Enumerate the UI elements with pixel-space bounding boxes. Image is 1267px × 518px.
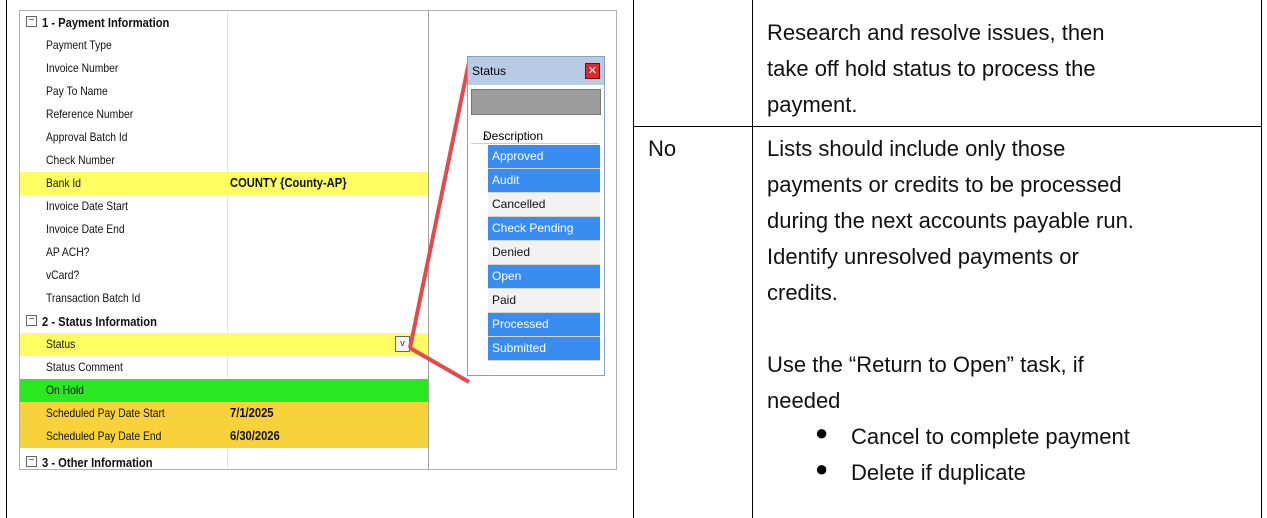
status-popup: Status ✕ Description ▵ Approved Audit Ca… [467,56,605,376]
list-item[interactable]: Open [488,265,600,289]
popup-titlebar: Status ✕ [468,57,604,85]
list-item[interactable]: Check Pending [488,217,600,241]
row2-action-line: Identify unresolved payments or [767,244,1079,269]
sort-ascending-icon: ▵ [483,129,490,143]
list-item[interactable]: Paid [488,289,600,313]
document-table: − 1 - Payment Information Payment Type I… [0,0,1267,518]
popup-title: Status [472,64,507,78]
row2-note-line: Use the “Return to Open” task, if [767,352,1084,377]
row1-action-line: Research and resolve issues, then [767,20,1105,45]
row2-action-line: Lists should include only those [767,136,1066,161]
row2-action-line: during the next accounts payable run. [767,208,1134,233]
row1-action-line: payment. [767,92,858,117]
list-item[interactable]: Processed [488,313,600,337]
popup-filter-box[interactable] [471,89,601,115]
row2-answer: No [648,136,677,161]
row2-action-line: credits. [767,280,838,305]
column-header-description[interactable]: Description ▵ [471,123,599,144]
row2-bullet: Delete if duplicate [851,460,1026,485]
list-item[interactable]: Approved [488,145,600,169]
row2-note-line: needed [767,388,841,413]
row2-action-line: payments or credits to be processed [767,172,1122,197]
status-list: Approved Audit Cancelled Check Pending D… [488,145,600,361]
list-item[interactable]: Denied [488,241,600,265]
bullet-icon: ● [815,456,829,481]
list-item[interactable]: Submitted [488,337,600,361]
row1-action-line: take off hold status to process the [767,56,1096,81]
bullet-icon: ● [815,420,829,445]
close-icon[interactable]: ✕ [585,63,600,79]
list-item[interactable]: Cancelled [488,193,600,217]
row2-bullet: Cancel to complete payment [851,424,1130,449]
list-item[interactable]: Audit [488,169,600,193]
column-header-label: Description [483,129,544,143]
